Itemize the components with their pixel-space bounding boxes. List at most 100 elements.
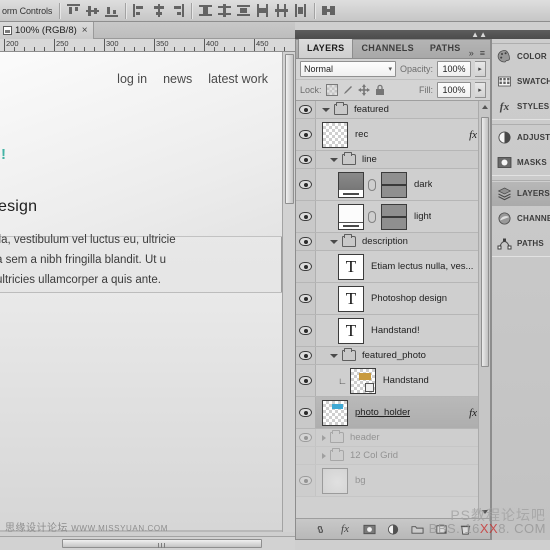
align-right-edges-icon[interactable]	[171, 4, 185, 17]
dock-item-color[interactable]: COLOR	[492, 44, 550, 69]
scrollbar-thumb[interactable]	[62, 539, 262, 548]
layer-row-body[interactable]: line	[316, 151, 490, 168]
visibility-toggle[interactable]	[296, 347, 316, 364]
layer-row-body[interactable]: T Etiam lectus nulla, ves...	[316, 251, 490, 282]
chevron-down-icon[interactable]	[322, 107, 330, 112]
canvas-vertical-scrollbar[interactable]	[282, 52, 295, 532]
layer-row-body[interactable]: T Photoshop design	[316, 283, 490, 314]
layer-name[interactable]: Photoshop design	[371, 293, 447, 304]
layer-thumbnail[interactable]	[322, 399, 348, 426]
dock-item-paths[interactable]: PATHS	[492, 231, 550, 256]
visibility-toggle[interactable]	[296, 365, 316, 396]
chevron-down-icon[interactable]	[330, 353, 338, 358]
distribute-bottom-edges-icon[interactable]	[237, 4, 251, 17]
collapse-to-icons-icon[interactable]: ▲▲	[471, 31, 487, 39]
layer-thumbnail[interactable]	[338, 203, 364, 230]
layer-row-handstand-text[interactable]: T Handstand!	[296, 315, 490, 347]
scroll-down-arrow-icon[interactable]	[482, 510, 488, 514]
layer-row-body[interactable]: photo_holder fx▼	[316, 397, 490, 428]
panel-menu-icon[interactable]: ≡	[480, 48, 485, 58]
auto-align-layers-icon[interactable]	[322, 4, 336, 17]
link-layers-icon[interactable]	[315, 523, 328, 536]
tab-layers[interactable]: LAYERS	[298, 39, 354, 58]
layer-thumbnail[interactable]	[322, 467, 348, 494]
type-layer-thumbnail[interactable]: T	[338, 285, 364, 312]
layer-row-body[interactable]: 12 Col Grid	[316, 447, 490, 464]
document-tab[interactable]: 100% (RGB/8) ×	[0, 21, 94, 39]
layer-name[interactable]: header	[350, 432, 380, 443]
layer-name[interactable]: Etiam lectus nulla, ves...	[371, 261, 473, 272]
layer-row-body[interactable]: T Handstand!	[316, 315, 490, 346]
visibility-toggle[interactable]	[296, 447, 316, 464]
layer-name[interactable]: Handstand!	[371, 325, 420, 336]
opacity-input[interactable]: 100%	[437, 61, 471, 77]
blend-mode-select[interactable]: Normal ▾	[300, 61, 396, 77]
chevron-right-icon[interactable]	[322, 434, 326, 441]
distribute-left-edges-icon[interactable]	[256, 4, 269, 17]
layers-panel-scrollbar[interactable]	[478, 101, 490, 518]
canvas-area[interactable]: log in news latest work ! esign lla, ves…	[0, 52, 295, 532]
visibility-toggle[interactable]	[296, 465, 316, 496]
distribute-right-edges-icon[interactable]	[294, 4, 307, 17]
layer-row-header[interactable]: header	[296, 429, 490, 447]
canvas-horizontal-scrollbar[interactable]	[0, 536, 295, 550]
layer-row-handstand-photo[interactable]: ∟ Handstand	[296, 365, 490, 397]
new-adjustment-layer-icon[interactable]	[387, 523, 400, 536]
align-vertical-centers-icon[interactable]	[86, 4, 100, 17]
type-layer-thumbnail[interactable]: T	[338, 317, 364, 344]
align-top-edges-icon[interactable]	[67, 4, 81, 17]
layer-name[interactable]: featured	[354, 104, 389, 115]
chevron-right-icon[interactable]	[322, 452, 326, 459]
nav-link-news[interactable]: news	[163, 72, 192, 86]
visibility-toggle[interactable]	[296, 315, 316, 346]
layer-name[interactable]: photo_holder	[355, 407, 410, 418]
lock-all-icon[interactable]	[374, 84, 386, 96]
visibility-toggle[interactable]	[296, 233, 316, 250]
align-left-edges-icon[interactable]	[133, 4, 146, 17]
layer-row-body[interactable]: header	[316, 429, 490, 446]
visibility-toggle[interactable]	[296, 169, 316, 200]
layer-row-featured-photo[interactable]: featured_photo	[296, 347, 490, 365]
distribute-horizontal-centers-icon[interactable]	[275, 4, 289, 17]
type-layer-thumbnail[interactable]: T	[338, 253, 364, 280]
align-bottom-edges-icon[interactable]	[105, 4, 119, 17]
layer-row-body[interactable]: light	[316, 201, 490, 232]
layer-row-description[interactable]: description	[296, 233, 490, 251]
tab-paths[interactable]: PATHS	[422, 39, 469, 58]
layer-name[interactable]: Handstand	[383, 375, 429, 386]
visibility-toggle[interactable]	[296, 283, 316, 314]
visibility-toggle[interactable]	[296, 151, 316, 168]
layer-row-body[interactable]: bg	[316, 465, 490, 496]
lock-position-icon[interactable]	[357, 84, 370, 96]
opacity-stepper[interactable]: ▸	[475, 61, 486, 77]
layer-name[interactable]: featured_photo	[362, 350, 426, 361]
scrollbar-thumb[interactable]	[285, 54, 294, 204]
visibility-toggle[interactable]	[296, 251, 316, 282]
scroll-up-arrow-icon[interactable]	[482, 105, 488, 109]
visibility-toggle[interactable]	[296, 119, 316, 150]
nav-link-login[interactable]: log in	[117, 72, 147, 86]
layer-row-dark[interactable]: dark	[296, 169, 490, 201]
new-layer-icon[interactable]	[435, 523, 448, 536]
layer-mask-thumbnail[interactable]	[381, 203, 407, 230]
fill-stepper[interactable]: ▸	[475, 82, 486, 98]
layer-row-12-col-grid[interactable]: 12 Col Grid	[296, 447, 490, 465]
lock-image-pixels-icon[interactable]	[342, 84, 354, 96]
layer-name[interactable]: light	[414, 211, 431, 222]
layer-row-body[interactable]: featured	[316, 101, 490, 118]
visibility-toggle[interactable]	[296, 201, 316, 232]
layer-name[interactable]: bg	[355, 475, 366, 486]
scrollbar-thumb[interactable]	[481, 117, 489, 367]
visibility-toggle[interactable]	[296, 429, 316, 446]
horizontal-ruler[interactable]: 200 250 300 350 400 450	[0, 39, 295, 52]
dock-item-channels[interactable]: CHANNELS	[492, 206, 550, 231]
layer-name[interactable]: line	[362, 154, 377, 165]
add-layer-style-icon[interactable]: fx	[339, 523, 352, 536]
layer-name[interactable]: 12 Col Grid	[350, 450, 398, 461]
visibility-toggle[interactable]	[296, 397, 316, 428]
layer-row-photoshop-design[interactable]: T Photoshop design	[296, 283, 490, 315]
nav-link-latest-work[interactable]: latest work	[208, 72, 268, 86]
dock-item-layers[interactable]: LAYERS	[492, 181, 550, 206]
layer-row-body[interactable]: featured_photo	[316, 347, 490, 364]
layer-thumbnail[interactable]	[322, 121, 348, 148]
